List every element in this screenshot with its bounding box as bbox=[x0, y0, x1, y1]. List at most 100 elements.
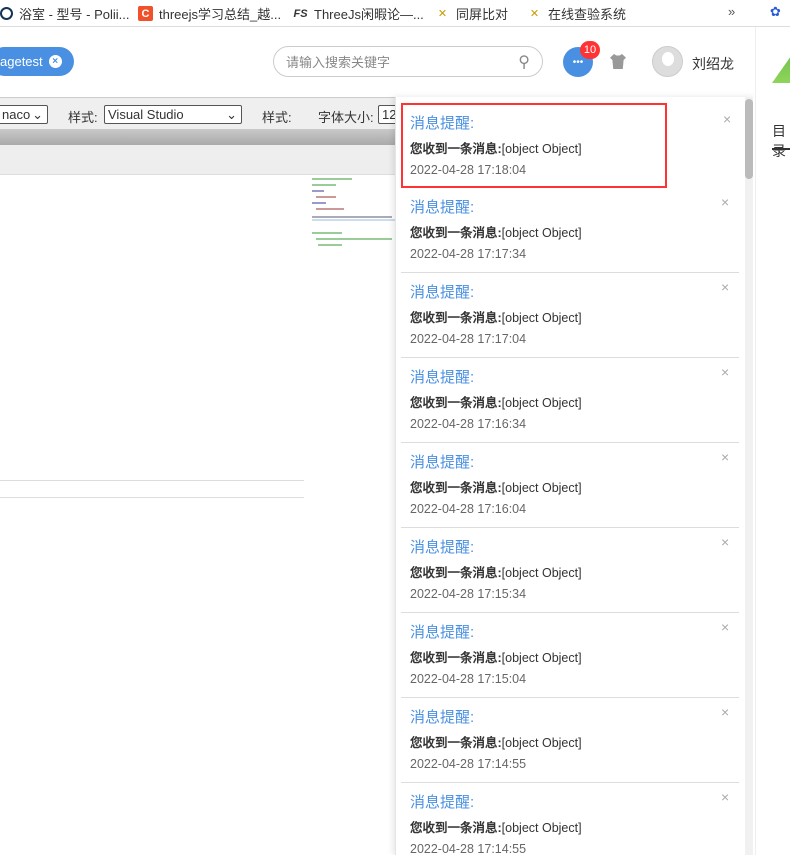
bookmark-label: ThreeJs闲暇论—... bbox=[314, 7, 424, 22]
close-icon[interactable]: × bbox=[721, 704, 729, 720]
avatar[interactable] bbox=[652, 46, 683, 77]
notification-body-label: 您收到一条消息: bbox=[410, 396, 502, 410]
header: agetest × 请输入搜索关键字 ⚲ ••• 10 刘绍龙 bbox=[0, 27, 755, 97]
scrollbar-thumb[interactable] bbox=[745, 99, 753, 179]
notification-body: 您收到一条消息:[object Object] bbox=[410, 307, 739, 326]
notification-title: 消息提醒: bbox=[410, 539, 475, 556]
editor-toolbar: naco ⌄ 样式: Visual Studio ⌄ 样式: 字体大小: 12 bbox=[0, 97, 408, 129]
notification-item[interactable]: 消息提醒: 您收到一条消息:[object Object] 2022-04-28… bbox=[401, 443, 739, 528]
close-icon[interactable]: × bbox=[721, 194, 729, 210]
notification-title: 消息提醒: bbox=[410, 284, 475, 301]
notification-time: 2022-04-28 17:14:55 bbox=[410, 842, 527, 855]
search-input[interactable]: 请输入搜索关键字 ⚲ bbox=[273, 46, 543, 77]
notification-body: 您收到一条消息:[object Object] bbox=[410, 222, 739, 241]
notification-body-text: [object Object] bbox=[501, 566, 582, 580]
code-minimap[interactable] bbox=[312, 176, 396, 254]
notification-time: 2022-04-28 17:15:04 bbox=[410, 672, 527, 686]
notification-body-label: 您收到一条消息: bbox=[410, 821, 502, 835]
username[interactable]: 刘绍龙 bbox=[692, 54, 734, 74]
notification-body-label: 您收到一条消息: bbox=[410, 311, 502, 325]
bookmark-4[interactable]: ✕ 同屏比对 bbox=[435, 4, 508, 23]
tab-label: agetest bbox=[0, 54, 43, 69]
notification-time: 2022-04-28 17:16:34 bbox=[410, 417, 527, 431]
search-icon[interactable]: ⚲ bbox=[518, 52, 530, 72]
close-icon[interactable]: × bbox=[721, 449, 729, 465]
notification-title: 消息提醒: bbox=[410, 709, 475, 726]
theme-value: naco bbox=[2, 107, 31, 122]
scrollbar[interactable] bbox=[745, 97, 753, 855]
right-sidebar: 目录 bbox=[755, 27, 790, 855]
bookmark-3[interactable]: FS ThreeJs闲暇论—... bbox=[293, 4, 424, 23]
notification-item[interactable]: 消息提醒: 您收到一条消息:[object Object] 2022-04-28… bbox=[401, 698, 739, 783]
notification-body-label: 您收到一条消息: bbox=[410, 142, 502, 156]
close-tab-icon[interactable]: × bbox=[48, 55, 62, 68]
divider bbox=[0, 497, 304, 498]
bookmark-5[interactable]: ✕ 在线查验系统 bbox=[527, 4, 626, 23]
notification-title: 消息提醒: bbox=[410, 115, 475, 132]
notification-body: 您收到一条消息:[object Object] bbox=[410, 562, 739, 581]
editor-header bbox=[0, 145, 395, 175]
notification-title: 消息提醒: bbox=[410, 369, 475, 386]
notification-body: 您收到一条消息:[object Object] bbox=[410, 647, 739, 666]
c-icon: C bbox=[138, 6, 153, 21]
notification-body-text: [object Object] bbox=[501, 821, 582, 835]
bookmark-2[interactable]: Cthreejs学习总结_越... bbox=[138, 4, 281, 23]
notification-item[interactable]: 消息提醒: 您收到一条消息:[object Object] 2022-04-28… bbox=[401, 783, 739, 855]
chat-icon: ••• bbox=[572, 56, 584, 68]
notification-title: 消息提醒: bbox=[410, 794, 475, 811]
tools-icon: ✕ bbox=[529, 8, 540, 20]
editor-tabbar bbox=[0, 129, 395, 145]
tools-icon: ✕ bbox=[437, 8, 448, 20]
chevron-down-icon: ⌄ bbox=[32, 106, 43, 122]
theme-select[interactable]: naco ⌄ bbox=[0, 105, 48, 124]
notification-time: 2022-04-28 17:17:04 bbox=[410, 332, 527, 346]
notification-panel: 消息提醒: 您收到一条消息:[object Object] 2022-04-28… bbox=[395, 97, 755, 855]
notification-body: 您收到一条消息:[object Object] bbox=[410, 477, 739, 496]
open-tab[interactable]: agetest × bbox=[0, 47, 74, 76]
bookmark-label: 在线查验系统 bbox=[548, 7, 627, 22]
bookmark-label: threejs学习总结_越... bbox=[159, 7, 282, 22]
close-icon[interactable]: × bbox=[721, 534, 729, 550]
divider bbox=[0, 480, 304, 481]
notification-item[interactable]: 消息提醒: 您收到一条消息:[object Object] 2022-04-28… bbox=[401, 188, 739, 273]
notification-time: 2022-04-28 17:16:04 bbox=[410, 502, 527, 516]
notification-body-text: [object Object] bbox=[501, 311, 582, 325]
close-icon[interactable]: × bbox=[721, 619, 729, 635]
notification-item[interactable]: 消息提醒: 您收到一条消息:[object Object] 2022-04-28… bbox=[401, 613, 739, 698]
style-label: 样式: bbox=[68, 110, 98, 125]
chevron-down-icon: ⌄ bbox=[226, 106, 237, 122]
close-icon[interactable]: × bbox=[723, 111, 731, 127]
notification-body: 您收到一条消息:[object Object] bbox=[410, 732, 739, 751]
notification-title: 消息提醒: bbox=[410, 199, 475, 216]
skin-icon[interactable] bbox=[610, 54, 626, 69]
notification-time: 2022-04-28 17:15:34 bbox=[410, 587, 527, 601]
close-icon[interactable]: × bbox=[721, 279, 729, 295]
notification-body-label: 您收到一条消息: bbox=[410, 651, 502, 665]
style-value: Visual Studio bbox=[108, 107, 184, 122]
close-icon[interactable]: × bbox=[721, 789, 729, 805]
notification-body-text: [object Object] bbox=[501, 651, 582, 665]
bookmarks-more-button[interactable]: » bbox=[728, 4, 735, 19]
style-select[interactable]: Visual Studio ⌄ bbox=[104, 105, 242, 124]
bookmark-1[interactable]: 浴室 - 型号 - Polii... bbox=[0, 4, 130, 23]
toc-label[interactable]: 目录 bbox=[772, 121, 790, 161]
notification-title: 消息提醒: bbox=[410, 454, 475, 471]
notification-item[interactable]: 消息提醒: 您收到一条消息:[object Object] 2022-04-28… bbox=[401, 358, 739, 443]
notification-body-text: [object Object] bbox=[501, 142, 582, 156]
notification-body-text: [object Object] bbox=[501, 396, 582, 410]
notification-body-text: [object Object] bbox=[501, 736, 582, 750]
baidu-icon[interactable]: ✿ bbox=[770, 4, 781, 20]
notification-body: 您收到一条消息:[object Object] bbox=[410, 138, 665, 157]
message-count-badge: 10 bbox=[580, 41, 600, 59]
notification-item[interactable]: 消息提醒: 您收到一条消息:[object Object] 2022-04-28… bbox=[401, 273, 739, 358]
notification-item[interactable]: 消息提醒: 您收到一条消息:[object Object] 2022-04-28… bbox=[401, 103, 731, 188]
font-size-label: 字体大小: bbox=[318, 110, 374, 125]
notification-body-text: [object Object] bbox=[501, 481, 582, 495]
notification-time: 2022-04-28 17:17:34 bbox=[410, 247, 527, 261]
close-icon[interactable]: × bbox=[721, 364, 729, 380]
logo-triangle bbox=[772, 49, 790, 83]
notification-item[interactable]: 消息提醒: 您收到一条消息:[object Object] 2022-04-28… bbox=[401, 528, 739, 613]
bookmark-label: 同屏比对 bbox=[456, 7, 509, 22]
notification-body: 您收到一条消息:[object Object] bbox=[410, 817, 739, 836]
notification-body-label: 您收到一条消息: bbox=[410, 566, 502, 580]
